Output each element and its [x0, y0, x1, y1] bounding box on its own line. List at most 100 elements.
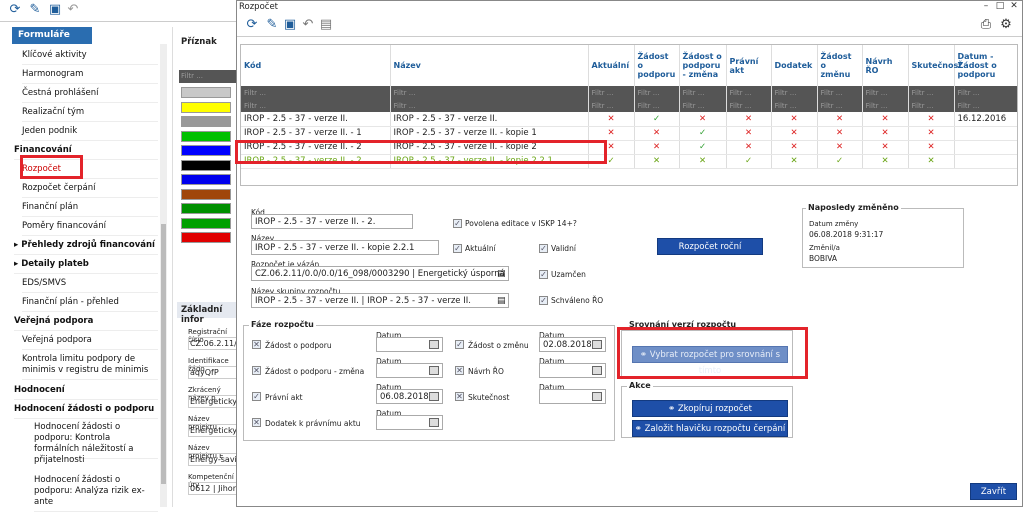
grid-filter-cell[interactable]: Filtr ...	[390, 99, 589, 112]
nav-item[interactable]: Poměry financování	[22, 221, 158, 236]
field-value[interactable]: 0612 | Jihor...	[188, 482, 237, 495]
povolena-checkbox[interactable]: ✓	[453, 219, 462, 228]
nav-item[interactable]: Hodnocení žádosti o podporu	[14, 404, 158, 419]
validni-checkbox[interactable]: ✓	[539, 244, 548, 253]
nav-item[interactable]: Hodnocení	[14, 385, 158, 400]
nav-item[interactable]: Harmonogram	[22, 69, 158, 84]
document-icon[interactable]: ▤	[319, 18, 333, 32]
faze-navrh-checkbox[interactable]: ✕	[455, 366, 464, 375]
refresh-icon[interactable]: ⟳	[8, 3, 22, 17]
zkopiruj-button[interactable]: ⚭ Zkopíruj rozpočet	[632, 400, 788, 417]
edit-icon[interactable]: ✎	[265, 18, 279, 32]
vazan-input[interactable]: CZ.06.2.11/0.0/0.0/16_098/0003290 | Ener…	[251, 266, 509, 281]
faze-dodatek-checkbox[interactable]: ✕	[252, 418, 261, 427]
nav-item[interactable]: Veřejná podpora	[22, 335, 158, 350]
grid-column-header[interactable]: Název	[390, 45, 589, 86]
calendar-icon[interactable]	[592, 392, 602, 401]
grid-column-header[interactable]: Skutečnost	[908, 45, 962, 86]
grid-filter-cell[interactable]: Filtr ...	[634, 86, 680, 99]
schvaleno-checkbox[interactable]: ✓	[539, 296, 548, 305]
grid-column-header[interactable]: Právní akt	[726, 45, 772, 86]
faze-zadost-checkbox[interactable]: ✕	[252, 340, 261, 349]
table-row[interactable]: IROP - 2.5 - 37 - verze II. IROP - 2.5 - …	[241, 112, 1017, 127]
grid-filter-cell[interactable]: Filtr ...	[954, 99, 1017, 112]
flag-filter[interactable]: Filtr ...	[179, 70, 237, 83]
field-value[interactable]: Energeticky ...	[188, 395, 237, 408]
calendar-icon[interactable]	[429, 366, 439, 375]
grid-filter-cell[interactable]: Filtr ...	[588, 99, 635, 112]
minimize-icon[interactable]: –	[980, 1, 992, 12]
gear-icon[interactable]: ⚙	[999, 18, 1013, 32]
grid-filter-cell[interactable]: Filtr ...	[679, 99, 727, 112]
calendar-icon[interactable]	[592, 340, 602, 349]
grid-filter-cell[interactable]: Filtr ...	[817, 99, 863, 112]
grid-filter-cell[interactable]: Filtr ...	[954, 86, 1017, 99]
nav-item[interactable]: Rozpočet čerpání	[22, 183, 158, 198]
nav-scroll-thumb[interactable]	[161, 224, 166, 484]
field-value[interactable]: CZ.06.2.11/...	[188, 337, 237, 350]
grid-column-header[interactable]: Žádost o změnu	[817, 45, 863, 86]
field-value[interactable]: Energy-savin 665/6,Brno-E...	[188, 453, 237, 466]
grid-filter-cell[interactable]: Filtr ...	[862, 99, 909, 112]
nav-item[interactable]: ▸ Přehledy zdrojů financování	[14, 240, 158, 255]
zalozit-hlavicku-button[interactable]: ⚭ Založit hlavičku rozpočtu čerpání	[632, 420, 788, 437]
uzamcen-checkbox[interactable]: ✓	[539, 270, 548, 279]
nav-item[interactable]: Realizační tým	[22, 107, 158, 122]
grid-filter-cell[interactable]: Filtr ...	[726, 99, 772, 112]
undo-icon[interactable]: ↶	[66, 3, 80, 17]
nav-item[interactable]: Klíčové aktivity	[22, 50, 158, 65]
calendar-icon[interactable]	[429, 392, 439, 401]
nav-item[interactable]: EDS/SMVS	[22, 278, 158, 293]
field-value[interactable]: aqyQfP	[188, 366, 237, 379]
grid-filter-cell[interactable]: Filtr ...	[241, 99, 391, 112]
rozpocet-rocni-button[interactable]: Rozpočet roční	[657, 238, 763, 255]
nav-item[interactable]: Finanční plán - přehled	[22, 297, 158, 312]
calendar-icon[interactable]	[429, 418, 439, 427]
list-picker-icon[interactable]: ▤	[497, 269, 506, 279]
list-picker-icon[interactable]: ▤	[497, 296, 506, 306]
grid-filter-cell[interactable]: Filtr ...	[908, 99, 955, 112]
grid-filter-cell[interactable]: Filtr ...	[817, 86, 863, 99]
grid-column-header[interactable]: Datum - Žádost o podporu	[954, 45, 1017, 86]
faze-zmena-checkbox[interactable]: ✓	[455, 340, 464, 349]
nav-item[interactable]: Hodnocení žádosti o podporu: Analýza riz…	[34, 475, 158, 512]
grid-filter-cell[interactable]: Filtr ...	[862, 86, 909, 99]
nav-item[interactable]: Čestná prohlášení	[22, 88, 158, 103]
nav-item[interactable]: ▸ Detaily plateb	[14, 259, 158, 274]
edit-icon[interactable]: ✎	[28, 3, 42, 17]
nav-item[interactable]: Jeden podnik	[22, 126, 158, 141]
table-row[interactable]: IROP - 2.5 - 37 - verze II. - 1 IROP - 2.…	[241, 126, 1017, 141]
grid-filter-cell[interactable]: Filtr ...	[679, 86, 727, 99]
grid-filter-cell[interactable]: Filtr ...	[726, 86, 772, 99]
grid-filter-cell[interactable]: Filtr ...	[588, 86, 635, 99]
nav-item[interactable]: Finanční plán	[22, 202, 158, 217]
zavrit-button[interactable]: Zavřít	[970, 483, 1017, 500]
grid-filter-cell[interactable]: Filtr ...	[390, 86, 589, 99]
nav-scrollbar[interactable]	[160, 44, 167, 507]
refresh-icon[interactable]: ⟳	[245, 18, 259, 32]
maximize-icon[interactable]: □	[994, 1, 1006, 12]
nav-item[interactable]: Veřejná podpora	[14, 316, 158, 331]
grid-column-header[interactable]: Dodatek	[771, 45, 818, 86]
nav-item[interactable]: Kontrola limitu podpory de minimis v reg…	[22, 354, 158, 380]
grid-column-header[interactable]: Žádost o podporu	[634, 45, 680, 86]
save-icon[interactable]: ▣	[283, 18, 297, 32]
field-value[interactable]: Energeticky 665/6, Brno-...	[188, 424, 237, 437]
faze-skutecnost-checkbox[interactable]: ✕	[455, 392, 464, 401]
nazev-input[interactable]: IROP - 2.5 - 37 - verze II. - kopie 2.2.…	[251, 240, 439, 255]
faze-pravni-checkbox[interactable]: ✓	[252, 392, 261, 401]
undo-icon[interactable]: ↶	[301, 18, 315, 32]
calendar-icon[interactable]	[592, 366, 602, 375]
faze-zadost-zmena-checkbox[interactable]: ✕	[252, 366, 261, 375]
calendar-icon[interactable]	[429, 340, 439, 349]
kod-input[interactable]: IROP - 2.5 - 37 - verze II. - 2.	[251, 214, 413, 229]
grid-filter-cell[interactable]: Filtr ...	[241, 86, 391, 99]
nav-item[interactable]: Hodnocení žádosti o podporu: Kontrola fo…	[34, 422, 158, 465]
grid-column-header[interactable]: Návrh ŘO	[862, 45, 909, 86]
grid-column-header[interactable]: Žádost o podporu - změna	[679, 45, 727, 86]
grid-column-header[interactable]: Aktuální	[588, 45, 635, 86]
grid-column-header[interactable]: Kód	[241, 45, 391, 86]
aktualni-checkbox[interactable]: ✓	[453, 244, 462, 253]
save-icon[interactable]: ▣	[48, 3, 62, 17]
nav-header[interactable]: Formuláře	[12, 27, 92, 44]
